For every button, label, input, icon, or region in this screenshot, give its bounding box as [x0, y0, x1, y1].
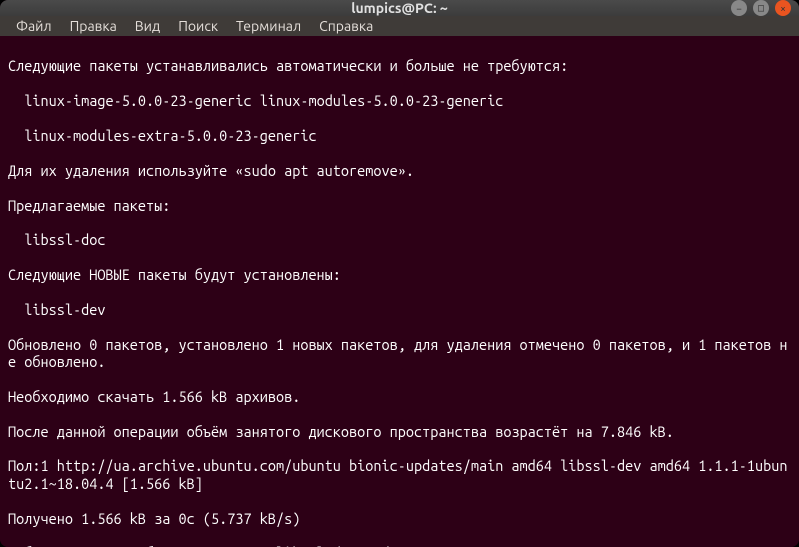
minimize-button[interactable]: − — [731, 0, 747, 16]
minimize-icon: − — [736, 3, 742, 14]
close-icon: × — [780, 3, 786, 14]
menubar: Файл Правка Вид Поиск Терминал Справка — [0, 16, 799, 36]
term-line: linux-image-5.0.0-23-generic linux-modul… — [8, 92, 791, 109]
menu-view[interactable]: Вид — [127, 16, 168, 36]
term-line: Необходимо скачать 1.566 kB архивов. — [8, 388, 791, 405]
terminal-window: lumpics@PC: ~ − □ × Файл Правка Вид Поис… — [0, 0, 799, 547]
maximize-icon: □ — [758, 2, 764, 14]
term-line: libssl-dev — [8, 301, 791, 318]
term-line: Обновлено 0 пакетов, установлено 1 новых… — [8, 336, 791, 371]
titlebar: lumpics@PC: ~ − □ × — [0, 0, 799, 16]
menu-terminal[interactable]: Терминал — [228, 16, 309, 36]
maximize-button[interactable]: □ — [753, 0, 769, 16]
window-controls: − □ × — [731, 0, 791, 16]
menu-search[interactable]: Поиск — [170, 16, 226, 36]
menu-help[interactable]: Справка — [311, 16, 381, 36]
term-line: Получено 1.566 kB за 0с (5.737 kB/s) — [8, 510, 791, 527]
term-line: libssl-doc — [8, 231, 791, 248]
term-line: Для их удаления используйте «sudo apt au… — [8, 162, 791, 179]
term-line: После данной операции объём занятого дис… — [8, 423, 791, 440]
menu-edit[interactable]: Правка — [62, 16, 125, 36]
window-title: lumpics@PC: ~ — [351, 0, 448, 16]
term-line: Пол:1 http://ua.archive.ubuntu.com/ubunt… — [8, 457, 791, 492]
term-line: Следующие НОВЫЕ пакеты будут установлены… — [8, 266, 791, 283]
term-line: Предлагаемые пакеты: — [8, 197, 791, 214]
menu-file[interactable]: Файл — [8, 16, 60, 36]
terminal-output[interactable]: Следующие пакеты устанавливались автомат… — [0, 36, 799, 547]
term-line: Следующие пакеты устанавливались автомат… — [8, 57, 791, 74]
close-button[interactable]: × — [775, 0, 791, 16]
term-line: linux-modules-extra-5.0.0-23-generic — [8, 127, 791, 144]
